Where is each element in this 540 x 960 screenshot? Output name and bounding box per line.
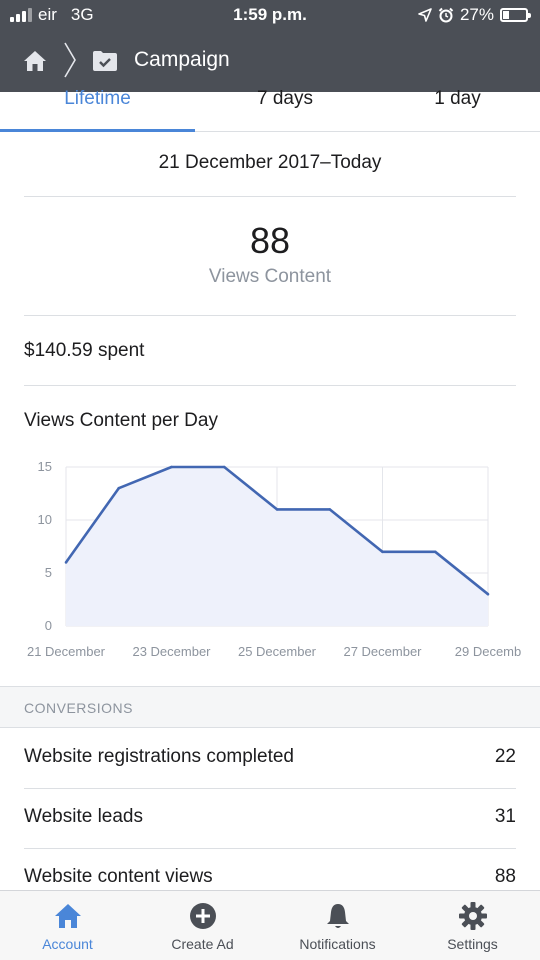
battery-percent: 27% [459,5,494,24]
data-point [486,592,490,596]
bottom-tab-account[interactable]: Account [0,891,135,960]
conversion-row-leads[interactable]: Website leads 31 [0,788,540,848]
y-tick-label: 10 [38,512,52,527]
x-tick-label: 27 December [343,644,422,659]
bottom-tab-create-ad[interactable]: Create Ad [135,891,270,960]
metric-label: Views Content [208,266,332,287]
page-title: Campaign [134,48,230,71]
data-point [170,465,173,469]
data-point [275,508,279,511]
metric-value: 88 [249,220,291,261]
y-tick-label: 5 [45,565,52,580]
bottom-tab-bar: Account Create Ad Notifications Settings [0,890,540,960]
conversion-label: Website content views [24,866,213,887]
views-per-day-chart: 15 10 5 0 21 December 23 December 25 December 2… [0,450,540,670]
bell-icon [326,904,349,928]
x-tick-label: 25 December [238,644,317,659]
divider [24,385,516,386]
gear-icon [458,902,487,930]
bottom-tab-settings[interactable]: Settings [405,891,540,960]
data-point [381,550,384,554]
conversion-value: 22 [494,746,516,767]
bottom-tab-notifications[interactable]: Notifications [270,891,405,960]
chart-title: Views Content per Day [24,410,218,431]
data-point [328,508,332,511]
chart-svg: 15 10 5 0 21 December 23 December 25 December 2… [27,459,521,659]
date-range-tabs: Lifetime 7 days 1 day [0,88,540,132]
home-icon [54,904,81,928]
data-point [64,561,68,564]
y-tick-label: 15 [38,459,52,474]
x-tick-label: 21 December [27,644,106,659]
folder-check-icon [93,51,117,71]
conversions-header-label: CONVERSIONS [24,700,133,716]
x-tick-label: 29 Decemb [455,644,521,659]
y-tick-label: 0 [45,618,52,633]
conversion-label: Website leads [24,806,143,827]
data-point [433,550,437,554]
conversion-value: 31 [494,806,516,827]
tab-7-days[interactable]: 7 days [195,88,375,132]
conversion-row-registrations[interactable]: Website registrations completed 22 [0,728,540,788]
amount-spent: $140.59 spent [24,340,145,361]
conversions-header: CONVERSIONS [0,686,540,728]
conversion-label: Website registrations completed [24,746,294,767]
divider [24,315,516,316]
location-arrow-icon [418,8,432,22]
tab-lifetime[interactable]: Lifetime [0,88,195,132]
breadcrumb-chevron-icon [64,42,76,78]
x-tick-label: 23 December [132,644,211,659]
home-icon[interactable] [22,48,48,74]
conversion-value: 88 [494,866,516,887]
plus-circle-icon [189,903,216,929]
navigation-bar: Campaign [0,30,540,92]
date-range-label: 21 December 2017–Today [158,152,382,173]
divider [24,196,516,197]
battery-icon [500,8,531,22]
data-point [117,486,121,490]
status-bar: eir 3G 1:59 p.m. 27% [0,0,540,30]
alarm-clock-icon [438,7,454,23]
tab-1-day[interactable]: 1 day [375,88,540,132]
data-point [222,465,226,469]
